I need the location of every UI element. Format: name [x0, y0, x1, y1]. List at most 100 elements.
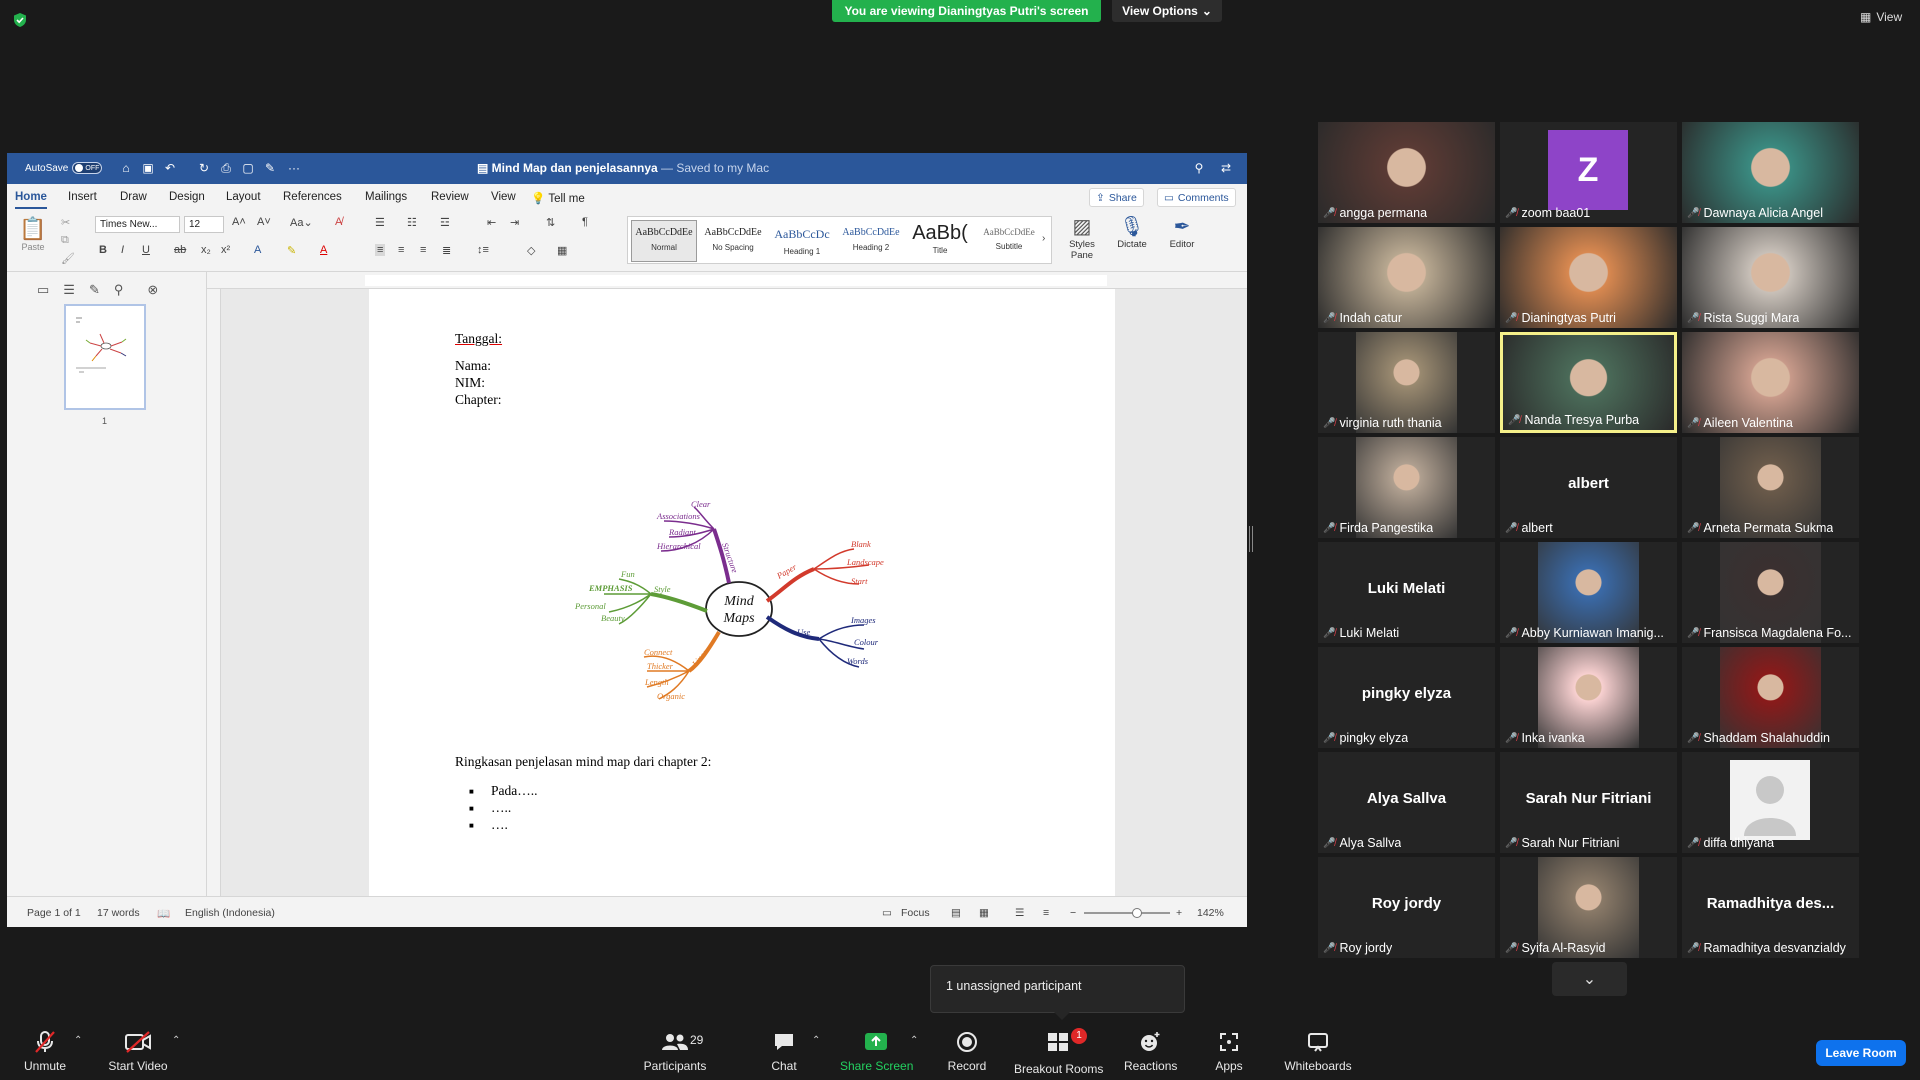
participant-tile[interactable]: 🎤̸ Aileen Valentina — [1682, 332, 1859, 433]
outline-view-icon[interactable]: ☰ — [1015, 907, 1024, 919]
word-count[interactable]: 17 words — [97, 907, 140, 919]
zoom-level[interactable]: 142% — [1197, 907, 1224, 919]
participant-tile[interactable]: 🎤̸ Dianingtyas Putri — [1500, 227, 1677, 328]
tab-review[interactable]: Review — [431, 191, 469, 203]
superscript-icon[interactable]: x² — [221, 244, 230, 256]
justify-icon[interactable]: ≣ — [442, 244, 451, 257]
undo-icon[interactable]: ↶ — [163, 161, 177, 175]
participant-tile[interactable]: 🎤̸ Nanda Tresya Purba — [1500, 332, 1677, 433]
participant-tile[interactable]: 🎤̸ Inka ivanka — [1500, 647, 1677, 748]
tab-design[interactable]: Design — [169, 191, 205, 203]
bullets-icon[interactable]: ☰ — [375, 216, 385, 229]
record-button[interactable]: Record — [944, 1030, 990, 1073]
leave-room-button[interactable]: Leave Room — [1816, 1040, 1906, 1066]
thumbnails-icon[interactable]: ▭ — [37, 282, 49, 298]
copy-icon[interactable]: ⧉ — [61, 234, 69, 247]
gallery-scroll-down-button[interactable]: ⌄ — [1552, 962, 1627, 996]
italic-icon[interactable]: I — [121, 244, 124, 256]
share-button[interactable]: ⇪ Share — [1089, 188, 1144, 207]
participant-tile[interactable]: Z 🎤̸ zoom baa01 — [1500, 122, 1677, 223]
share-options-caret[interactable]: ⌃ — [910, 1035, 918, 1046]
subscript-icon[interactable]: x₂ — [201, 244, 211, 256]
page-thumbnail[interactable] — [64, 304, 146, 410]
web-layout-icon[interactable]: ▦ — [979, 907, 989, 919]
mind-map-image[interactable]: Mind Maps Clear Associations Radiant Hie… — [569, 499, 909, 729]
participant-tile[interactable]: 🎤̸ Firda Pangestika — [1318, 437, 1495, 538]
participant-tile[interactable]: 🎤̸ Abby Kurniawan Imanig... — [1500, 542, 1677, 643]
multilevel-list-icon[interactable]: ☲ — [440, 216, 450, 229]
tab-draw[interactable]: Draw — [120, 191, 147, 203]
view-options-button[interactable]: View Options ⌄ — [1112, 0, 1222, 22]
document-page[interactable]: Tanggal: Nama: NIM: Chapter: Mind Maps C… — [369, 289, 1115, 896]
grow-font-icon[interactable]: A˄ — [232, 216, 246, 228]
tab-home[interactable]: Home — [15, 191, 47, 209]
zoom-slider[interactable] — [1084, 908, 1170, 918]
participant-tile[interactable]: pingky elyza 🎤̸ pingky elyza — [1318, 647, 1495, 748]
text-effects-icon[interactable]: A — [254, 244, 261, 256]
horizontal-ruler[interactable] — [207, 272, 1247, 289]
participant-tile[interactable]: Alya Sallva 🎤̸ Alya Sallva — [1318, 752, 1495, 853]
line-spacing-icon[interactable]: ↕≡ — [477, 244, 489, 256]
tab-references[interactable]: References — [283, 191, 342, 203]
align-right-icon[interactable]: ≡ — [420, 244, 426, 256]
view-button[interactable]: ▦ View — [1860, 10, 1902, 24]
participant-tile[interactable]: 🎤̸ Shaddam Shalahuddin — [1682, 647, 1859, 748]
participant-tile[interactable]: Luki Melati 🎤̸ Luki Melati — [1318, 542, 1495, 643]
cut-icon[interactable]: ✂ — [61, 216, 70, 229]
participant-tile[interactable]: Sarah Nur Fitriani 🎤̸ Sarah Nur Fitriani — [1500, 752, 1677, 853]
save-icon[interactable]: ▣ — [141, 161, 155, 175]
participant-tile[interactable]: 🎤̸ Dawnaya Alicia Angel — [1682, 122, 1859, 223]
language[interactable]: English (Indonesia) — [185, 907, 275, 919]
reactions-button[interactable]: Reactions — [1124, 1030, 1177, 1073]
tab-view[interactable]: View — [491, 191, 516, 203]
customize-icon[interactable]: ✎ — [263, 161, 277, 175]
participant-tile[interactable]: 🎤̸ Rista Suggi Mara — [1682, 227, 1859, 328]
increase-indent-icon[interactable]: ⇥ — [510, 216, 519, 229]
home-icon[interactable]: ⌂ — [119, 161, 133, 175]
tab-insert[interactable]: Insert — [68, 191, 97, 203]
participant-tile[interactable]: 🎤̸ angga permana — [1318, 122, 1495, 223]
participant-tile[interactable]: 🎤̸ virginia ruth thania — [1318, 332, 1495, 433]
sort-icon[interactable]: ⇅ — [546, 216, 555, 229]
style-title[interactable]: AaBb( Title — [907, 220, 973, 262]
strikethrough-icon[interactable]: ab — [174, 244, 186, 256]
search-icon[interactable]: ⚲ — [114, 282, 124, 298]
zoom-in-icon[interactable]: + — [1176, 907, 1182, 919]
start-video-button[interactable]: Start Video — [106, 1030, 170, 1073]
participant-tile[interactable]: 🎤̸ Arneta Permata Sukma — [1682, 437, 1859, 538]
tab-layout[interactable]: Layout — [226, 191, 261, 203]
font-color-icon[interactable]: A — [320, 244, 327, 256]
focus-label[interactable]: Focus — [901, 907, 930, 919]
print-layout-icon[interactable]: ▤ — [951, 907, 961, 919]
unassigned-participant-popup[interactable]: 1 unassigned participant — [930, 965, 1185, 1020]
autosave-switch[interactable]: OFF — [72, 162, 103, 174]
participant-tile[interactable]: 🎤̸ diffa dhiyana — [1682, 752, 1859, 853]
encryption-shield-icon[interactable] — [12, 12, 28, 28]
apps-button[interactable]: Apps — [1214, 1030, 1244, 1073]
change-case-icon[interactable]: Aa⌄ — [290, 216, 313, 229]
style-normal[interactable]: AaBbCcDdEe Normal — [631, 220, 697, 262]
highlight-icon[interactable]: ✎ — [287, 244, 296, 257]
dictate-button[interactable]: 🎙 Dictate — [1112, 214, 1152, 250]
participant-tile[interactable]: albert 🎤̸ albert — [1500, 437, 1677, 538]
outline-icon[interactable]: ☰ — [63, 282, 75, 298]
focus-icon[interactable]: ▭ — [882, 907, 892, 919]
document-canvas[interactable]: Tanggal: Nama: NIM: Chapter: Mind Maps C… — [221, 289, 1247, 896]
style-heading-1[interactable]: AaBbCcDc Heading 1 — [769, 220, 835, 262]
breakout-rooms-button[interactable]: 1 Breakout Rooms — [1014, 1028, 1103, 1076]
chat-options-caret[interactable]: ⌃ — [812, 1035, 820, 1046]
print-icon[interactable]: ⎙ — [219, 161, 233, 175]
video-options-caret[interactable]: ⌃ — [172, 1035, 180, 1046]
participant-tile[interactable]: 🎤̸ Fransisca Magdalena Fo... — [1682, 542, 1859, 643]
style-subtitle[interactable]: AaBbCcDdEe Subtitle — [976, 220, 1042, 262]
audio-options-caret[interactable]: ⌃ — [74, 1035, 82, 1046]
redo-icon[interactable]: ↻ — [197, 161, 211, 175]
decrease-indent-icon[interactable]: ⇤ — [487, 216, 496, 229]
paste-button[interactable]: 📋 Paste — [19, 216, 47, 252]
more-icon[interactable]: ··· — [287, 161, 301, 175]
unmute-button[interactable]: Unmute — [22, 1030, 68, 1073]
zoom-out-icon[interactable]: − — [1070, 907, 1076, 919]
participant-tile[interactable]: Ramadhitya des... 🎤̸ Ramadhitya desvanzial… — [1682, 857, 1859, 958]
draft-view-icon[interactable]: ≡ — [1043, 907, 1049, 919]
styles-pane-button[interactable]: ▨ Styles Pane — [1062, 214, 1102, 261]
